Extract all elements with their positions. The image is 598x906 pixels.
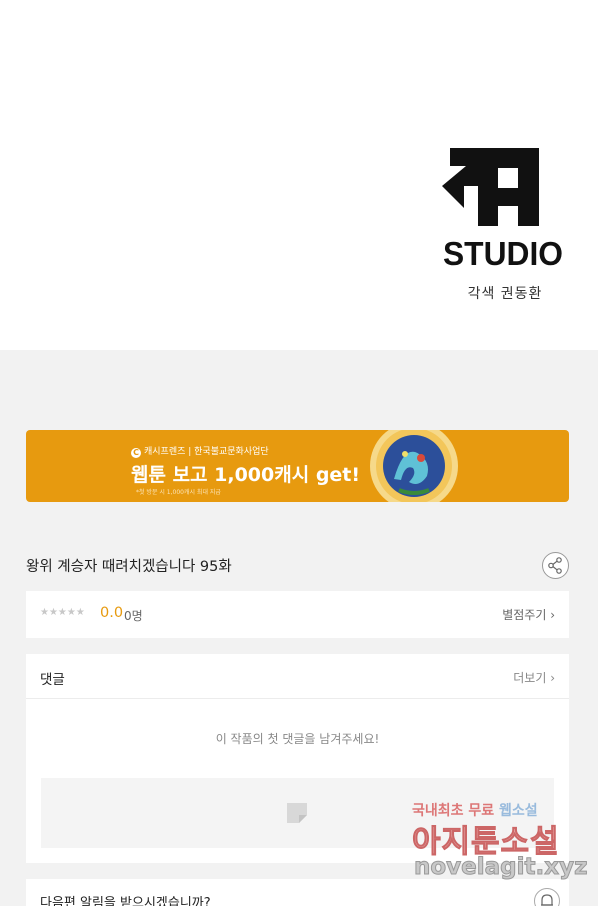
adaptation-credit: 각색 권동환	[467, 286, 543, 302]
comment-label: 댓글	[40, 672, 65, 688]
studio-logo-text: STUDIO	[443, 235, 563, 270]
dragon-coin-icon	[370, 430, 458, 502]
banner-brand-text: 캐시프렌즈 | 한국불교문화사업단	[144, 447, 269, 457]
watermark-line3: novelagit.xyz	[413, 854, 588, 881]
site-watermark: 국내최초 무료 웹소설 아지툰소설 novelagit.xyz	[412, 798, 598, 888]
comment-header: 댓글 더보기 ›	[26, 654, 569, 699]
notify-toggle-button[interactable]	[534, 888, 560, 906]
rate-button[interactable]: 별점주기 ›	[502, 606, 555, 623]
cash-promo-banner[interactable]: C 캐시프렌즈 | 한국불교문화사업단 웹툰 보고 1,000캐시 get! *첫…	[26, 430, 569, 502]
rating-score: 0.0	[100, 605, 124, 621]
banner-note: *첫 방문 시 1,000캐시 최대 지급	[136, 489, 221, 496]
banner-headline: 웹툰 보고 1,000캐시 get!	[131, 464, 361, 486]
share-button[interactable]	[542, 552, 569, 579]
rating-card: ★★★★★ 0.0 0명 별점주기 ›	[26, 591, 569, 638]
comments-more-link[interactable]: 더보기 ›	[513, 669, 555, 686]
episode-title: 왕위 계승자 때려치겠습니다 95화	[26, 559, 232, 575]
banner-brand: C 캐시프렌즈 | 한국불교문화사업단	[131, 444, 269, 458]
share-icon	[548, 557, 562, 574]
rating-stars[interactable]: ★★★★★	[40, 607, 85, 618]
rating-count: 0명	[124, 609, 143, 623]
bell-icon	[541, 894, 553, 906]
studio-logo: STUDIO	[442, 148, 563, 270]
notify-question: 다음편 알림을 받으시겠습니까?	[40, 896, 211, 906]
comment-icon	[287, 803, 307, 823]
empty-comments-message: 이 작품의 첫 댓글을 남겨주세요!	[215, 732, 380, 746]
cash-friends-icon: C	[131, 448, 141, 458]
